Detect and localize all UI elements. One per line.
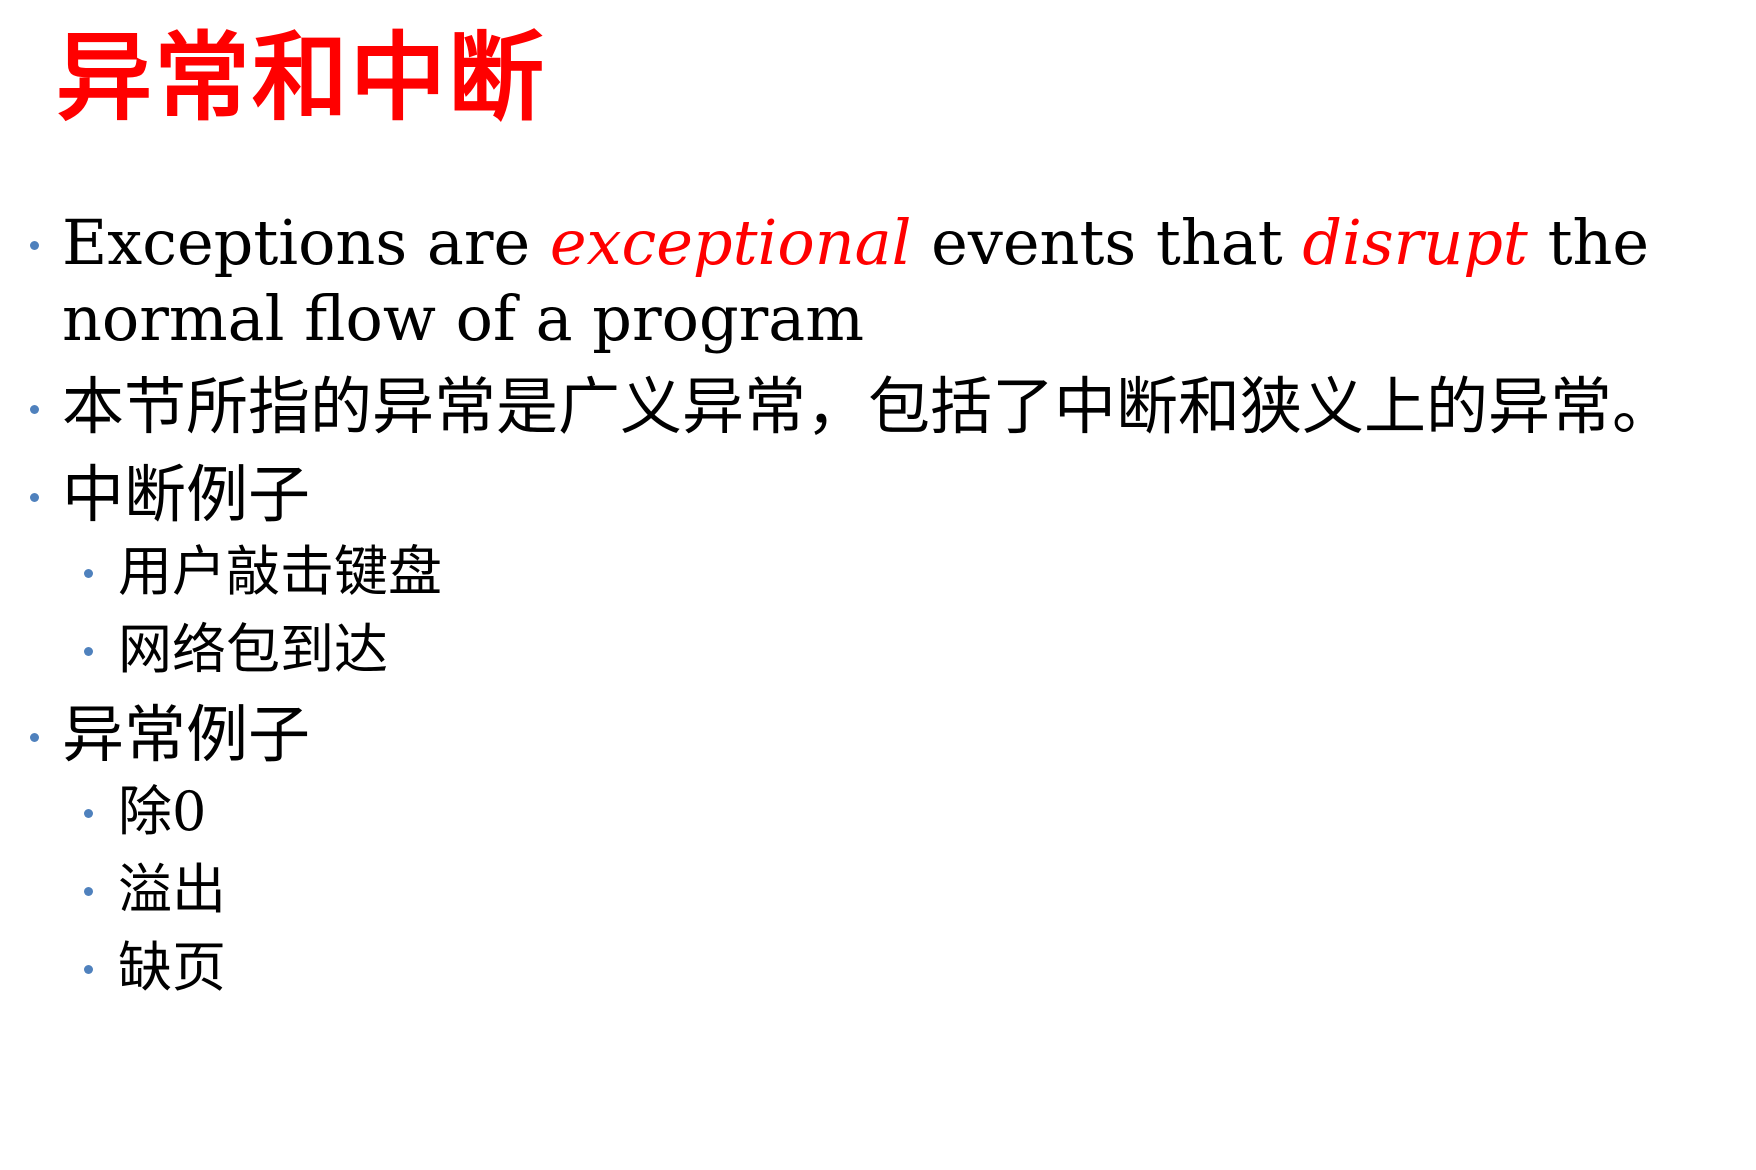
sub-bullet-network-packet: 网络包到达 — [18, 611, 1738, 689]
sub-bullet-text: 网络包到达 — [118, 618, 388, 681]
sub-bullet-text: 溢出 — [118, 858, 226, 921]
bullet-dot-icon — [30, 733, 39, 742]
sub-bullet-keyboard: 用户敲击键盘 — [18, 533, 1738, 611]
sub-bullet-divide-by-zero: 除0 — [18, 773, 1738, 851]
bullet-dot-icon — [84, 569, 93, 578]
broad-exceptions-text: 本节所指的异常是广义异常，包括了中断和狭义上的异常。 — [62, 370, 1675, 443]
sub-bullet-text: 缺页 — [118, 936, 226, 999]
definition-text-1: Exceptions are — [62, 206, 550, 279]
emphasis-exceptional: exceptional — [549, 206, 912, 279]
interrupt-examples-label: 中断例子 — [62, 458, 311, 531]
definition-text-2: events that — [911, 206, 1303, 279]
sub-bullet-text: 除0 — [118, 780, 207, 843]
bullet-list: Exceptions are exceptional events that d… — [18, 205, 1738, 1007]
sub-bullet-page-fault: 缺页 — [18, 929, 1738, 1007]
exception-examples-label: 异常例子 — [62, 698, 311, 771]
slide-title: 异常和中断 — [56, 21, 546, 134]
bullet-broad-exceptions: 本节所指的异常是广义异常，包括了中断和狭义上的异常。 — [18, 369, 1738, 445]
bullet-dot-icon — [30, 241, 39, 250]
bullet-exceptions-definition: Exceptions are exceptional events that d… — [18, 205, 1738, 357]
sub-bullet-overflow: 溢出 — [18, 851, 1738, 929]
slide: 异常和中断 Exceptions are exceptional events … — [0, 0, 1756, 1170]
emphasis-disrupt: disrupt — [1302, 206, 1528, 279]
bullet-interrupt-examples: 中断例子 — [18, 457, 1738, 533]
bullet-exception-examples: 异常例子 — [18, 697, 1738, 773]
bullet-dot-icon — [84, 647, 93, 656]
bullet-dot-icon — [84, 887, 93, 896]
bullet-dot-icon — [84, 965, 93, 974]
bullet-dot-icon — [30, 493, 39, 502]
sub-bullet-text: 用户敲击键盘 — [118, 540, 442, 603]
bullet-dot-icon — [30, 405, 39, 414]
bullet-dot-icon — [84, 809, 93, 818]
